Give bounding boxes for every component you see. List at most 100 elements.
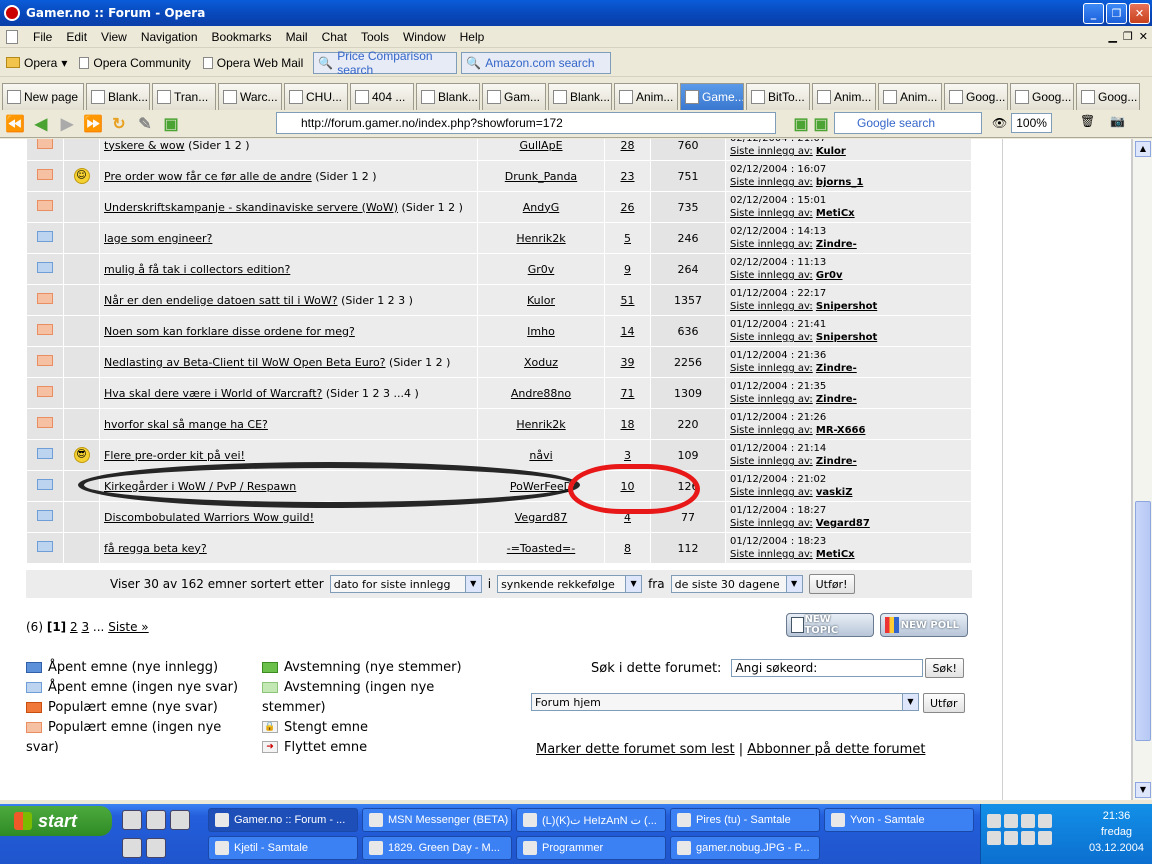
topic-title-link[interactable]: hvorfor skal så mange ha CE?: [104, 418, 268, 431]
taskbar-item-chat-yvon[interactable]: Yvon - Samtale: [824, 808, 974, 832]
topic-author-link[interactable]: Kulor: [527, 294, 555, 307]
topic-author-link[interactable]: Xoduz: [524, 356, 558, 369]
tab-3[interactable]: Warc...: [218, 83, 282, 110]
scroll-thumb[interactable]: [1135, 501, 1151, 741]
last-post-link[interactable]: Siste innlegg av:: [730, 518, 813, 529]
tab-4[interactable]: CHU...: [284, 83, 348, 110]
quicklaunch-icon[interactable]: [146, 810, 166, 830]
tab-15[interactable]: Goog...: [1010, 83, 1074, 110]
clock[interactable]: 21:36 fredag 03.12.2004: [1089, 808, 1144, 856]
menu-help[interactable]: Help: [453, 30, 492, 44]
vertical-scrollbar[interactable]: ▲ ▼: [1132, 139, 1152, 800]
topic-title-link[interactable]: få regga beta key?: [104, 542, 207, 555]
topic-author-link[interactable]: Andre88no: [511, 387, 571, 400]
reload-icon[interactable]: ↻: [108, 114, 130, 134]
topic-replies-link[interactable]: 51: [621, 294, 635, 307]
last-post-user-link[interactable]: Zindre-: [816, 394, 857, 405]
last-post-user-link[interactable]: Gr0v: [816, 270, 843, 281]
zoom-control[interactable]: 👁 100%: [992, 112, 1068, 134]
menu-chat[interactable]: Chat: [315, 30, 354, 44]
topic-title-link[interactable]: lage som engineer?: [104, 232, 212, 245]
tab-6[interactable]: Blank...: [416, 83, 480, 110]
page-3-link[interactable]: 3: [81, 620, 89, 634]
topic-title-link[interactable]: tyskere & wow: [104, 139, 185, 152]
tab-gamer-active[interactable]: Game...: [680, 83, 744, 110]
close-button[interactable]: ✕: [1129, 3, 1150, 24]
personal-bar-opera[interactable]: Opera ▾: [0, 56, 73, 70]
menu-edit[interactable]: Edit: [59, 30, 94, 44]
topic-pages[interactable]: (Sider 1 2 ): [398, 201, 462, 214]
topic-title-link[interactable]: Når er den endelige datoen satt til i Wo…: [104, 294, 338, 307]
taskbar-item-msn[interactable]: MSN Messenger (BETA): [362, 808, 512, 832]
trash-icon[interactable]: 🗑: [1080, 114, 1095, 128]
taskbar-item-paint[interactable]: gamer.nobug.JPG - P...: [670, 836, 820, 860]
topic-author-link[interactable]: Drunk_Panda: [505, 170, 577, 183]
last-post-link[interactable]: Siste innlegg av:: [730, 301, 813, 312]
topic-replies-link[interactable]: 14: [621, 325, 635, 338]
page-2-link[interactable]: 2: [70, 620, 78, 634]
tab-7[interactable]: Gam...: [482, 83, 546, 110]
edit-icon[interactable]: ✎: [134, 114, 156, 134]
taskbar-item-chat-heizann[interactable]: (L)(K)ت HeIzAnN ت (...: [516, 808, 666, 832]
bookmark-add-icon[interactable]: ▣: [810, 114, 832, 134]
tab-14[interactable]: Goog...: [944, 83, 1008, 110]
bookmark-page-icon[interactable]: ▣: [160, 114, 182, 134]
topic-author-link[interactable]: -=Toasted=-: [507, 542, 576, 555]
last-post-user-link[interactable]: Snipershot: [816, 301, 877, 312]
last-post-user-link[interactable]: Zindre-: [816, 239, 857, 250]
fast-forward-button[interactable]: ⏩: [82, 114, 104, 134]
tab-11[interactable]: BitTo...: [746, 83, 810, 110]
tray-icon[interactable]: [1021, 831, 1035, 845]
camera-icon[interactable]: 📷: [1110, 114, 1125, 128]
topic-title-link[interactable]: Pre order wow får ce før alle de andre: [104, 170, 312, 183]
sort-order-select[interactable]: synkende rekkefølge ▼: [497, 575, 643, 593]
tab-1[interactable]: Blank...: [86, 83, 150, 110]
tab-new-page[interactable]: New page: [2, 83, 84, 110]
taskbar-item-opera[interactable]: Gamer.no :: Forum - ...: [208, 808, 358, 832]
mdi-restore-button[interactable]: ❐: [1123, 30, 1133, 43]
mdi-minimize-button[interactable]: ▁: [1108, 30, 1116, 43]
tray-icon[interactable]: [1021, 814, 1035, 828]
personal-bar-opera-community[interactable]: Opera Community: [73, 56, 196, 70]
forum-search-input[interactable]: [731, 659, 924, 677]
tray-icon[interactable]: [987, 831, 1001, 845]
topic-author-link[interactable]: AndyG: [523, 201, 560, 214]
last-post-user-link[interactable]: MetiCx: [816, 208, 855, 219]
last-page-link[interactable]: Siste »: [108, 620, 148, 634]
last-post-link[interactable]: Siste innlegg av:: [730, 208, 813, 219]
menu-window[interactable]: Window: [396, 30, 453, 44]
tab-13[interactable]: Anim...: [878, 83, 942, 110]
last-post-link[interactable]: Siste innlegg av:: [730, 549, 813, 560]
last-post-user-link[interactable]: MetiCx: [816, 549, 855, 560]
quicklaunch-icon[interactable]: [146, 838, 166, 858]
sort-go-button[interactable]: Utfør!: [808, 574, 855, 594]
topic-title-link[interactable]: Underskriftskampanje - skandinaviske ser…: [104, 201, 398, 214]
menu-view[interactable]: View: [94, 30, 134, 44]
menu-tools[interactable]: Tools: [354, 30, 396, 44]
quicklaunch-icon[interactable]: [170, 810, 190, 830]
topic-replies-link[interactable]: 71: [621, 387, 635, 400]
taskbar-item-chat-kjetil[interactable]: Kjetil - Samtale: [208, 836, 358, 860]
taskbar-item-programmer[interactable]: Programmer: [516, 836, 666, 860]
menu-file[interactable]: File: [26, 30, 59, 44]
restore-button[interactable]: ❐: [1106, 3, 1127, 24]
last-post-user-link[interactable]: Snipershot: [816, 332, 877, 343]
last-post-user-link[interactable]: Kulor: [816, 146, 846, 157]
amazon-search[interactable]: 🔍 Amazon.com search: [461, 51, 612, 74]
tab-2[interactable]: Tran...: [152, 83, 216, 110]
url-field[interactable]: http://forum.gamer.no/index.php?showforu…: [276, 112, 776, 134]
forum-search-button[interactable]: Søk!: [925, 658, 964, 678]
menu-mail[interactable]: Mail: [279, 30, 315, 44]
forum-jump-select[interactable]: Forum hjem ▼: [531, 693, 919, 711]
topic-author-link[interactable]: nåvi: [529, 449, 552, 462]
google-search-field[interactable]: Google search: [834, 112, 982, 134]
topic-replies-link[interactable]: 39: [621, 356, 635, 369]
topic-pages[interactable]: (Sider 1 2 3 ...4 ): [322, 387, 419, 400]
topic-title-link[interactable]: Nedlasting av Beta-Client til WoW Open B…: [104, 356, 386, 369]
tab-9[interactable]: Anim...: [614, 83, 678, 110]
back-button[interactable]: ◀: [30, 114, 52, 134]
last-post-link[interactable]: Siste innlegg av:: [730, 394, 813, 405]
topic-pages[interactable]: (Sider 1 2 ): [312, 170, 376, 183]
last-post-link[interactable]: Siste innlegg av:: [730, 456, 813, 467]
topic-replies-link[interactable]: 3: [624, 449, 631, 462]
